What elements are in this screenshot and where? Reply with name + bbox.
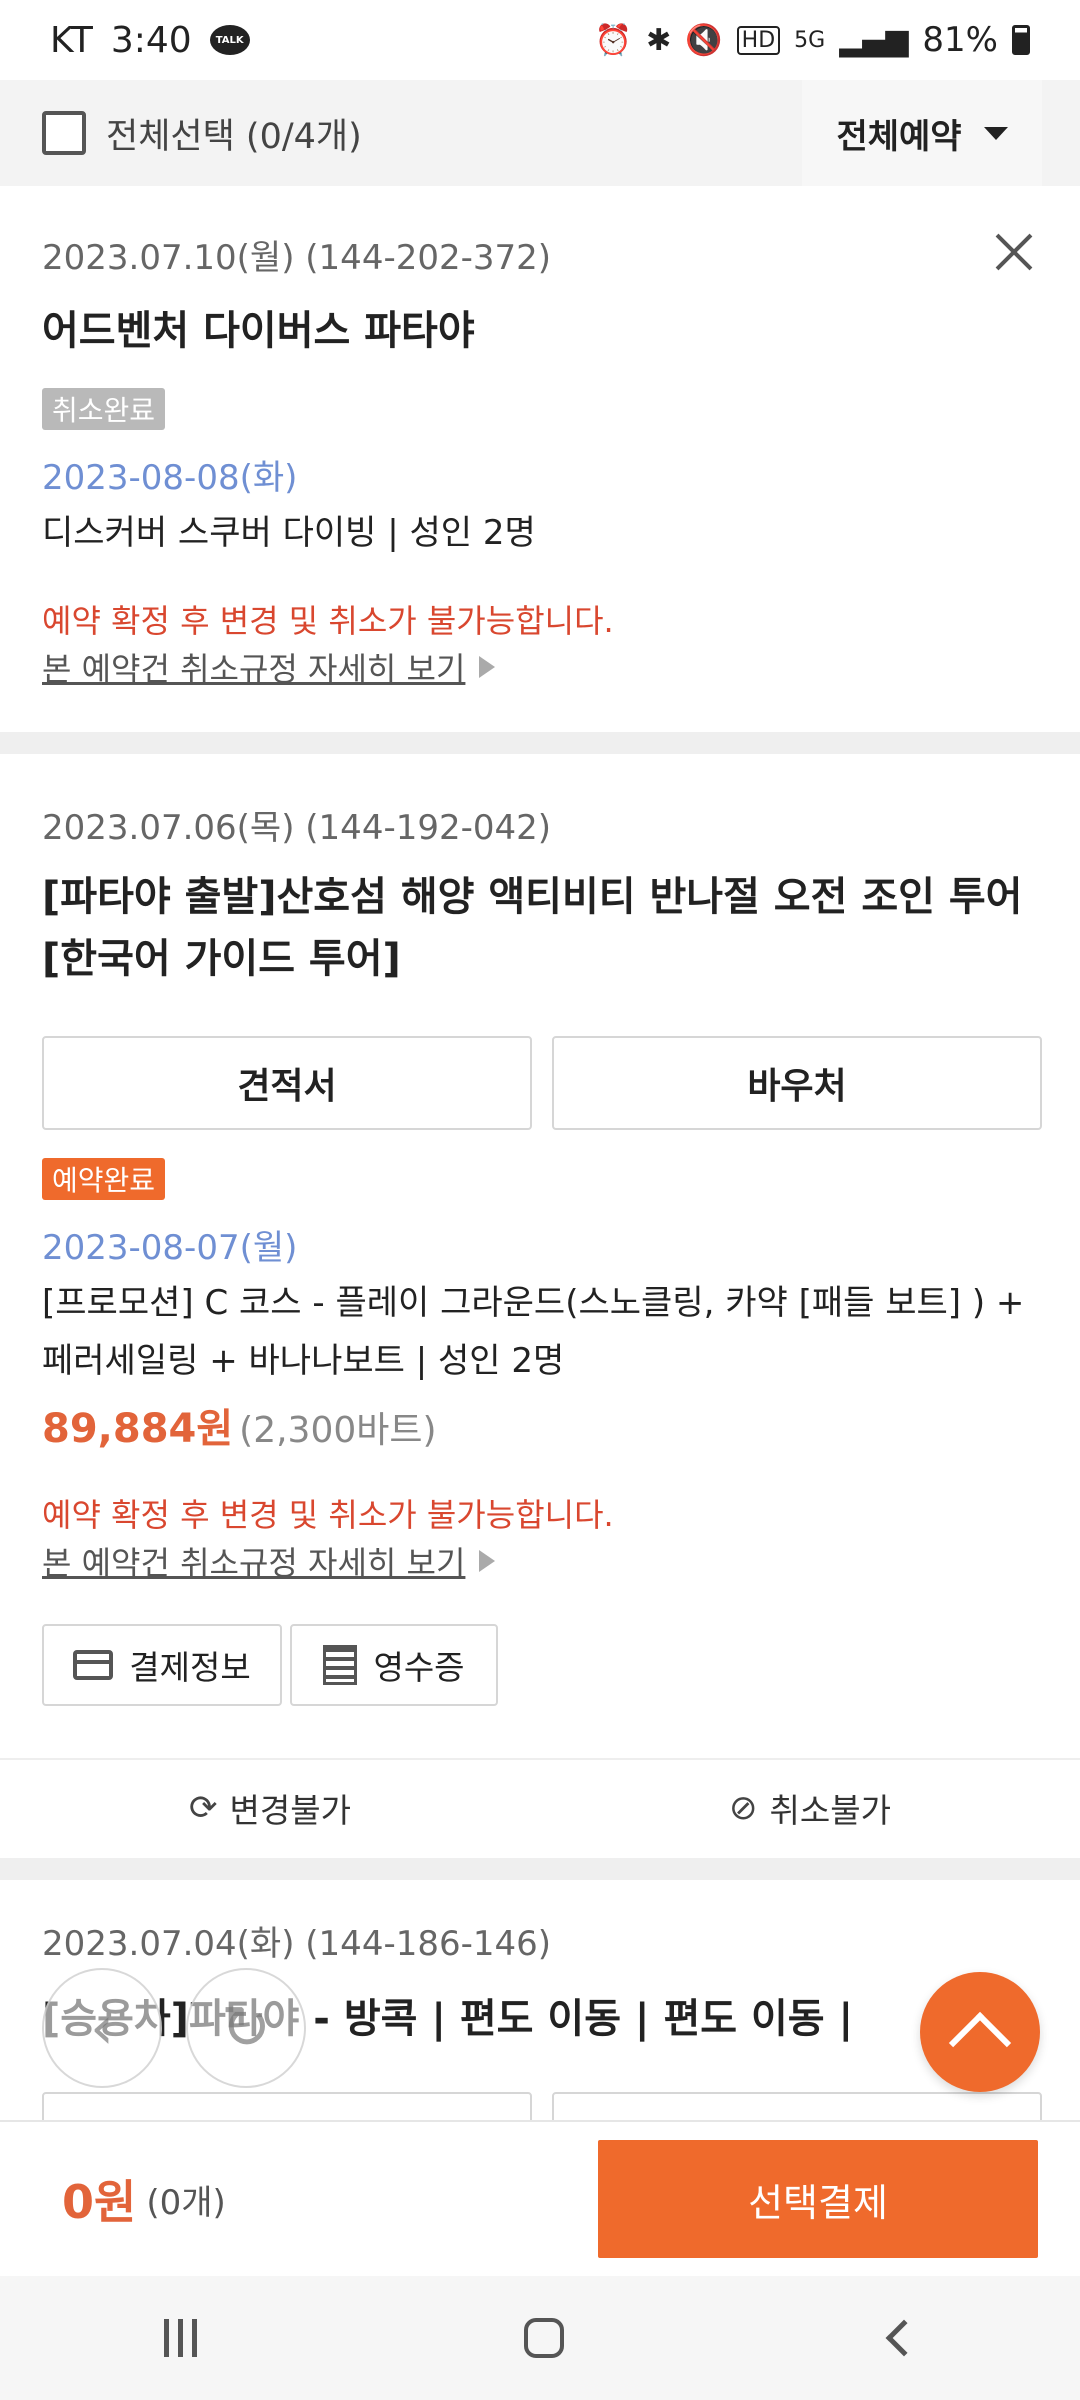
booking-title[interactable]: [파타야 출발]산호섬 해양 액티비티 반나절 오전 조인 투어 [한국어 가이… [42,866,1038,990]
pay-selected-button[interactable]: 선택결제 [598,2140,1038,2258]
system-navigation-bar [0,2276,1080,2400]
alarm-icon: ⏰ [594,22,633,58]
clock: 3:40 [110,19,192,61]
tour-date: 2023-08-07(월) [42,1228,298,1268]
battery-icon [1012,25,1030,55]
status-badge: 예약완료 [42,1158,166,1200]
card-divider [0,1858,1080,1880]
payment-info-label: 결제정보 [129,1648,251,1687]
change-label: 변경불가 [229,1791,351,1830]
selection-header: 전체선택 (0/4개) 전체예약 [0,80,1080,186]
booking-card: 2023.07.10(월) (144-202-372) 어드벤처 다이버스 파타… [0,186,1080,732]
mute-icon: 🔇 [685,22,723,58]
receipt-label: 영수증 [373,1648,465,1687]
booking-option: 디스커버 스쿠버 다이빙 | 성인 2명 [42,513,536,553]
change-unavailable-button[interactable]: ⟳ 변경불가 [0,1760,540,1856]
booking-actions: ⟳ 변경불가 ⊘ 취소불가 [0,1758,1080,1856]
triangle-right-icon [479,656,496,678]
select-all-label[interactable]: 전체선택 (0/4개) [106,108,362,159]
signal-icon: ▂▄▆ [839,22,909,58]
home-icon[interactable] [523,2318,564,2358]
cancel-unavailable-button[interactable]: ⊘ 취소불가 [540,1760,1080,1856]
scroll-to-top-button[interactable] [920,1972,1040,2092]
triangle-right-icon [479,1550,496,1572]
status-bar: KT 3:40 TALK ⏰ ✱ 🔇 HD 5G ▂▄▆ 81% [0,0,1080,80]
warning-text: 예약 확정 후 변경 및 취소가 불가능합니다. [42,602,614,640]
price-krw: 89,884원 [42,1406,234,1452]
payment-info-button[interactable]: 결제정보 [42,1624,282,1706]
warning-text: 예약 확정 후 변경 및 취소가 불가능합니다. [42,1496,614,1534]
refresh-icon: ⟳ [189,1788,218,1828]
credit-card-icon [73,1650,114,1680]
tour-date: 2023-08-08(화) [42,458,298,498]
receipt-icon [323,1645,358,1685]
select-all-checkbox[interactable] [42,111,86,155]
carrier-label: KT [50,19,93,61]
price-thb: (2,300바트) [239,1410,437,1451]
reservation-filter-dropdown[interactable]: 전체예약 [802,80,1042,186]
policy-link-label: 본 예약건 취소규정 자세히 보기 [42,1544,466,1582]
browser-back-button[interactable]: ‹ [42,1968,162,2088]
5g-icon: 5G [794,27,826,53]
caret-down-icon [983,126,1008,140]
receipt-button[interactable]: 영수증 [290,1624,498,1706]
kakaotalk-icon: TALK [209,25,250,55]
checkout-bar: 0원 (0개) 선택결제 [0,2120,1080,2276]
booking-meta: 2023.07.04(화) (144-186-146) [42,1924,552,1964]
selected-total: 0원 [62,2175,137,2229]
cancel-policy-link[interactable]: 본 예약건 취소규정 자세히 보기 [42,644,496,690]
cancel-policy-link[interactable]: 본 예약건 취소규정 자세히 보기 [42,1538,496,1584]
estimate-button[interactable]: 견적서 [42,1036,532,1130]
voucher-button[interactable] [552,2092,1042,2120]
browser-reload-button[interactable]: ↻ [186,1968,306,2088]
battery-percent: 81% [922,20,998,60]
selected-count: (0개) [146,2182,226,2223]
close-icon[interactable] [994,232,1034,272]
estimate-button[interactable] [42,2092,532,2120]
filter-label: 전체예약 [836,116,962,157]
booking-meta: 2023.07.10(월) (144-202-372) [42,238,552,278]
status-badge: 취소완료 [42,388,166,430]
booking-card: 2023.07.04(화) (144-186-146) [승용차]파타야 - 방… [0,1880,1080,2120]
hd-icon: HD [736,25,781,55]
price: 89,884원 (2,300바트) [42,1396,437,1454]
cancel-label: 취소불가 [769,1791,891,1830]
policy-link-label: 본 예약건 취소규정 자세히 보기 [42,650,466,688]
booking-title[interactable]: 어드벤처 다이버스 파타야 [42,300,1038,362]
card-divider [0,732,1080,754]
back-icon[interactable] [885,2319,922,2357]
chevron-up-icon [948,2011,1012,2075]
recent-apps-icon[interactable] [163,2319,197,2357]
voucher-button[interactable]: 바우처 [552,1036,1042,1130]
bluetooth-icon: ✱ [646,22,672,58]
booking-option: [프로모션] C 코스 - 플레이 그라운드(스노클링, 카약 [패들 보트] … [42,1283,1025,1381]
prohibited-icon: ⊘ [729,1788,758,1828]
booking-card: 2023.07.06(목) (144-192-042) [파타야 출발]산호섬 … [0,754,1080,1858]
booking-meta: 2023.07.06(목) (144-192-042) [42,808,552,848]
